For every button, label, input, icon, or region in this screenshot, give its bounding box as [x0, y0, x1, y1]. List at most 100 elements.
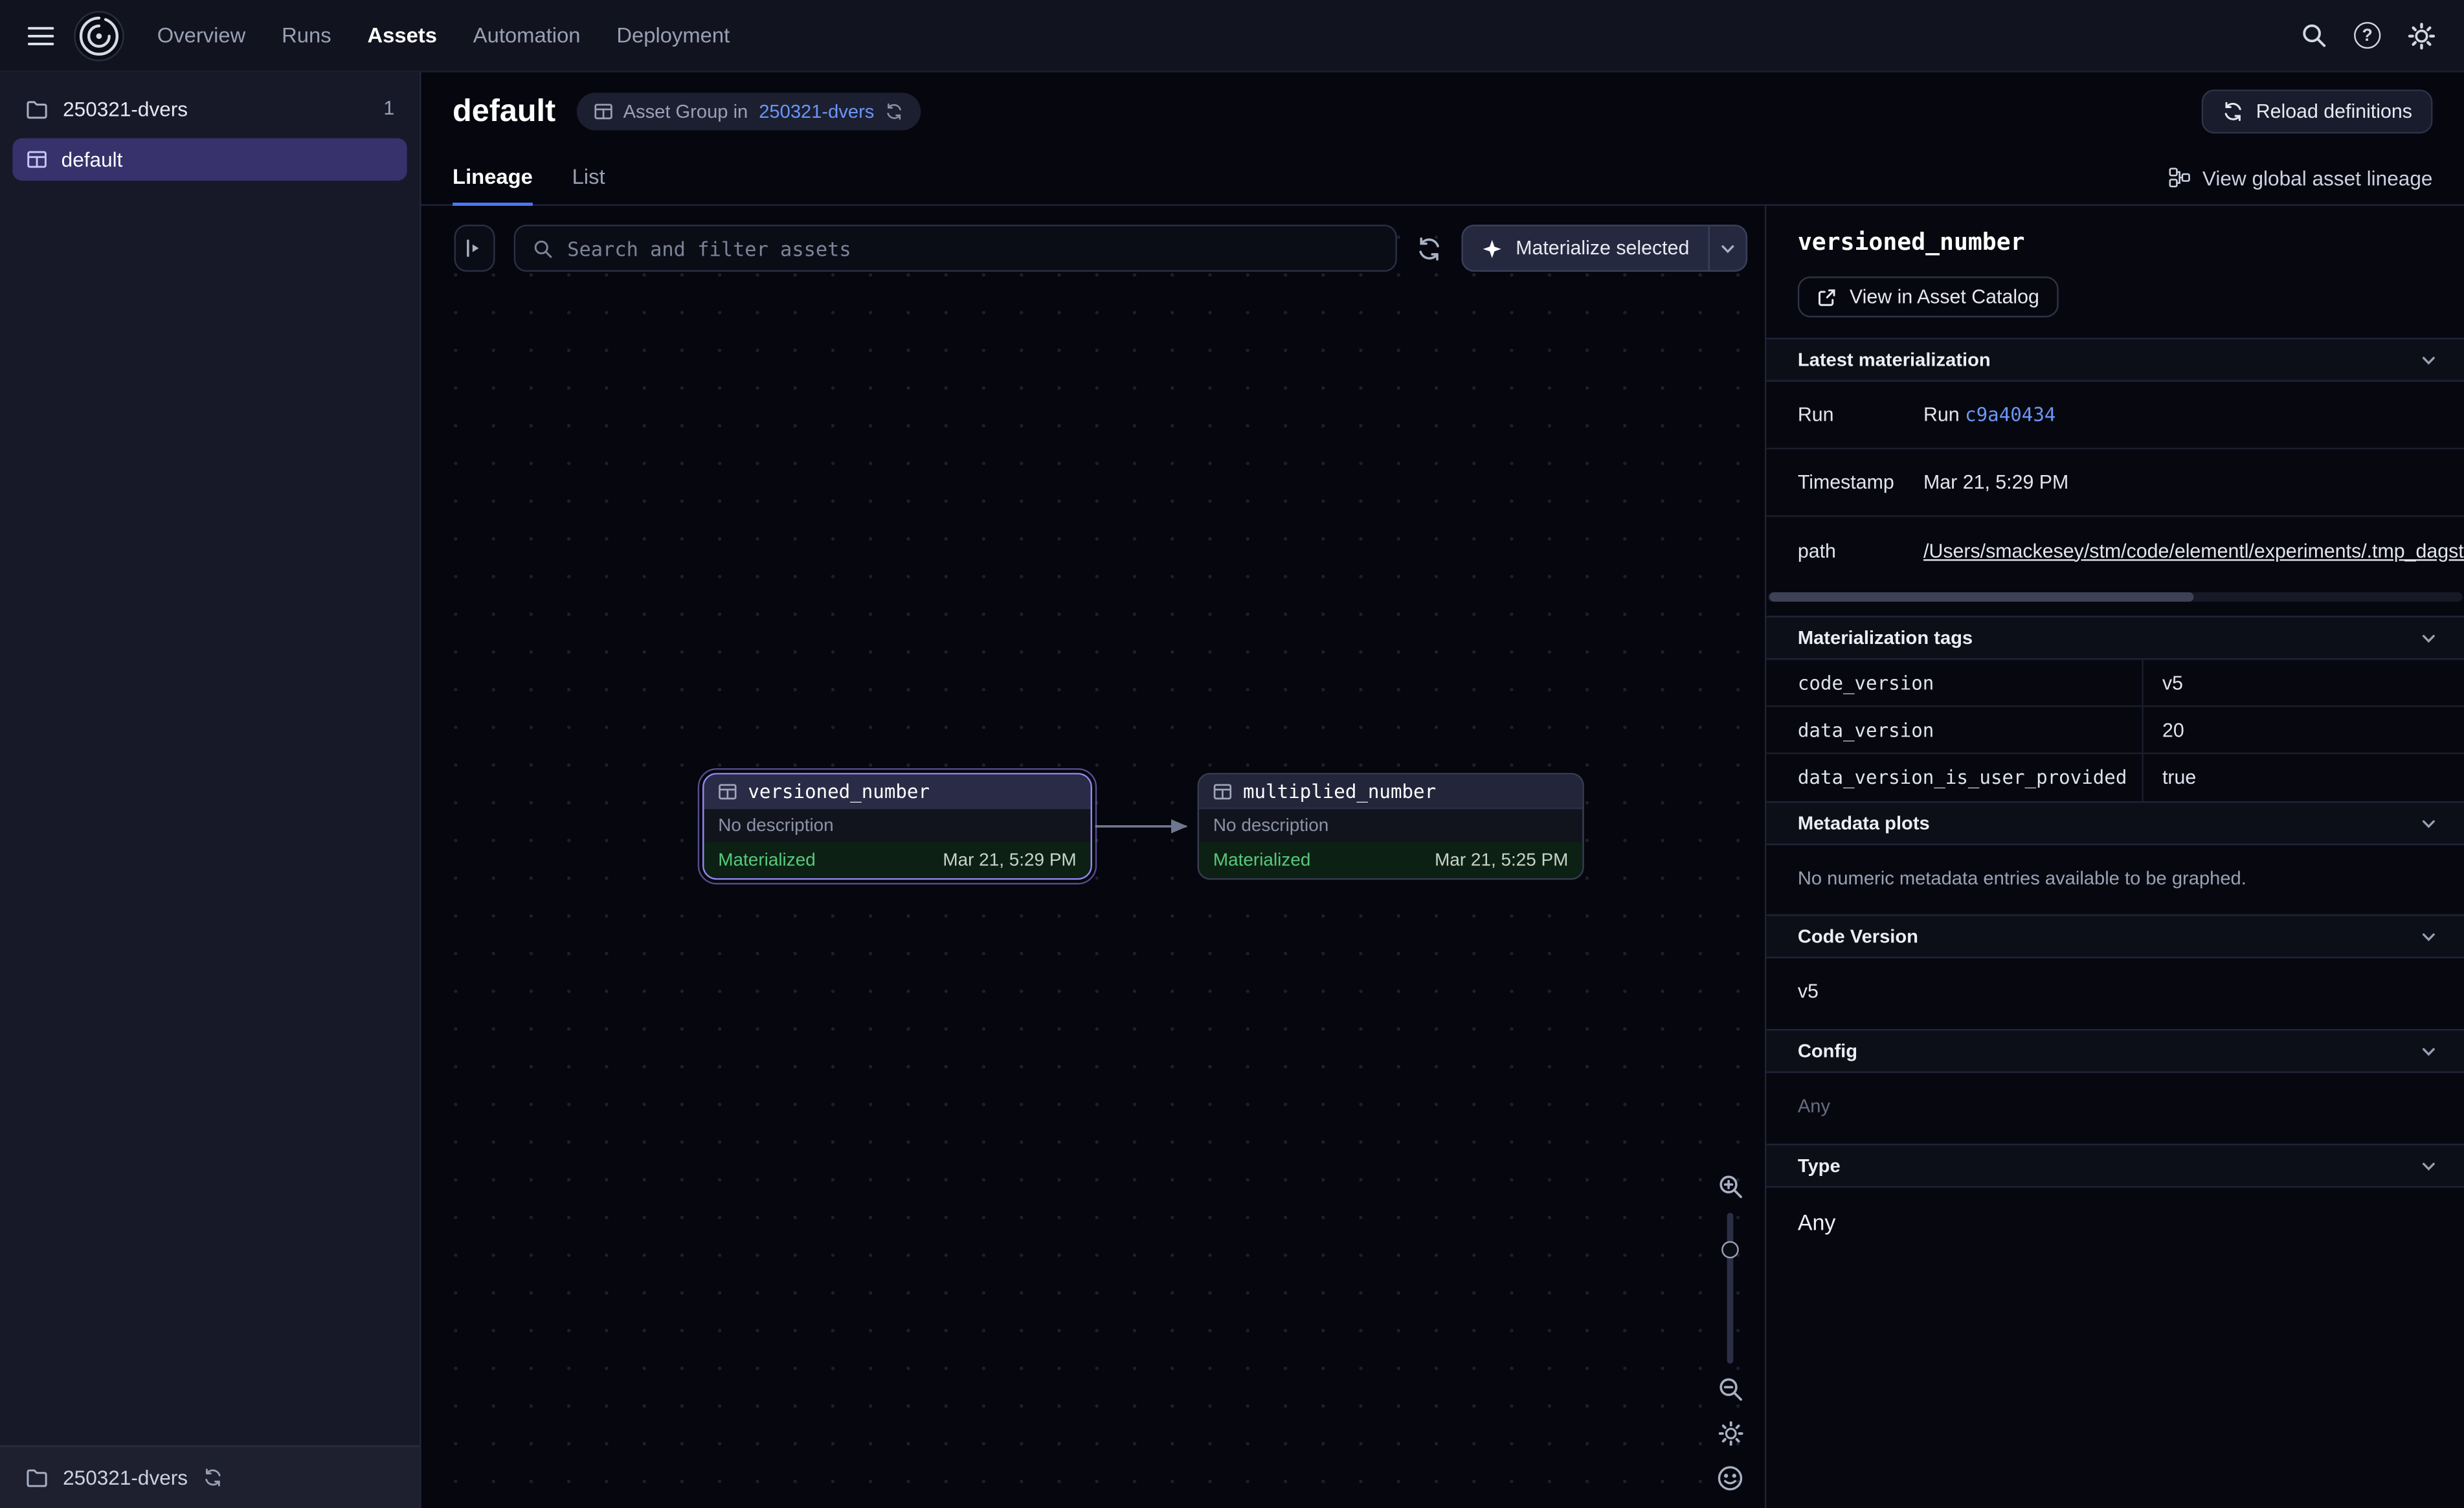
reload-icon [2221, 100, 2243, 122]
asset-node-description: No description [704, 809, 1090, 842]
horizontal-scrollbar[interactable] [1768, 592, 2463, 602]
sidebar-group-name: 250321-dvers [63, 96, 188, 120]
lineage-canvas[interactable]: Materialize selected [421, 206, 1765, 1508]
dagster-logo[interactable] [73, 8, 126, 62]
section-title: Config [1798, 1040, 1857, 1062]
code-location-name: 250321-dvers [63, 1466, 188, 1489]
materialize-dropdown-button[interactable] [1708, 227, 1745, 271]
lineage-edge [1092, 815, 1202, 837]
asset-details-panel: versioned_number View in Asset Catalog L… [1765, 206, 2464, 1508]
metadata-plots-empty-text: No numeric metadata entries available to… [1766, 845, 2464, 915]
feedback-smiley-icon[interactable] [1716, 1464, 1745, 1492]
nav-item-deployment[interactable]: Deployment [616, 23, 730, 47]
reload-definitions-label: Reload definitions [2256, 100, 2412, 122]
code-version-value: v5 [1766, 959, 2464, 1029]
materialization-run-row: Run Run c9a40434 [1766, 382, 2464, 449]
view-in-asset-catalog-button[interactable]: View in Asset Catalog [1798, 276, 2058, 317]
view-global-asset-lineage-link[interactable]: View global asset lineage [2167, 151, 2432, 205]
type-value: Any [1766, 1188, 2464, 1261]
sync-icon[interactable] [202, 1467, 223, 1488]
view-global-asset-lineage-label: View global asset lineage [2202, 166, 2433, 189]
nav-item-runs[interactable]: Runs [282, 23, 331, 47]
zoom-controls [1716, 1173, 1745, 1492]
tab-lineage[interactable]: Lineage [453, 151, 533, 206]
asset-node-versioned_number[interactable]: versioned_number No description Material… [702, 773, 1092, 880]
tag-value: true [2144, 754, 2464, 801]
help-icon[interactable]: ? [2354, 22, 2380, 49]
sidebar-group-row[interactable]: 250321-dvers 1 [0, 85, 420, 132]
section-materialization-tags[interactable]: Materialization tags [1766, 616, 2464, 660]
zoom-out-icon[interactable] [1717, 1376, 1743, 1403]
sidebar-item-default[interactable]: default [12, 139, 407, 181]
reload-definitions-button[interactable]: Reload definitions [2201, 89, 2433, 133]
asset-node-multiplied_number[interactable]: multiplied_number No description Materia… [1198, 773, 1584, 880]
asset-node-name: versioned_number [748, 780, 930, 802]
asset-table-icon [718, 782, 737, 801]
tab-list[interactable]: List [572, 151, 605, 206]
search-icon[interactable] [2301, 22, 2327, 49]
asset-group-icon [27, 150, 47, 170]
asset-node-description: No description [1199, 809, 1582, 842]
section-type[interactable]: Type [1766, 1144, 2464, 1188]
tag-value: 20 [2144, 707, 2464, 752]
section-title: Type [1798, 1155, 1841, 1177]
sidebar-group-count: 1 [383, 97, 394, 119]
zoom-slider[interactable] [1720, 1213, 1741, 1364]
lineage-toolbar: Materialize selected [454, 225, 1747, 272]
search-input[interactable] [567, 236, 1377, 260]
badge-group-link[interactable]: 250321-dvers [759, 100, 874, 122]
chevron-down-icon [2420, 1157, 2437, 1175]
chevron-down-icon [2420, 927, 2437, 945]
sidebar-item-label: default [62, 148, 123, 171]
asset-node-footer: Materialized Mar 21, 5:29 PM [704, 842, 1090, 878]
kv-label: Timestamp [1798, 471, 1923, 493]
graph-settings-gear-icon[interactable] [1717, 1420, 1743, 1447]
zoom-in-icon[interactable] [1717, 1173, 1743, 1200]
menu-icon[interactable] [22, 16, 60, 54]
gear-icon[interactable] [2408, 21, 2436, 50]
run-id-link[interactable]: c9a40434 [1965, 404, 2055, 426]
page-header: default Asset Group in 250321-dvers Re [421, 72, 2464, 151]
materialized-status: Materialized [718, 850, 815, 869]
asset-search-box [514, 225, 1396, 272]
section-title: Latest materialization [1798, 349, 1991, 371]
asset-node-header: multiplied_number [1199, 775, 1582, 809]
path-link[interactable]: /Users/smackesey/stm/code/elementl/exper… [1923, 540, 2464, 562]
zoom-slider-thumb[interactable] [1721, 1241, 1739, 1259]
asset-groups-sidebar: 250321-dvers 1 default 250321-dvers [0, 72, 421, 1508]
tag-row: code_version v5 [1766, 660, 2464, 707]
asset-table-icon [1213, 782, 1232, 801]
asset-name-title: versioned_number [1798, 228, 2433, 256]
dagster-app: Overview Runs Assets Automation Deployme… [0, 0, 2464, 1508]
materialized-timestamp: Mar 21, 5:29 PM [943, 850, 1076, 869]
section-config[interactable]: Config [1766, 1029, 2464, 1073]
materialize-selected-label: Materialize selected [1516, 238, 1689, 260]
section-title: Materialization tags [1798, 626, 1973, 649]
refresh-graph-icon[interactable] [1415, 235, 1442, 261]
section-code-version[interactable]: Code Version [1766, 915, 2464, 959]
materialization-path-row: path /Users/smackesey/stm/code/elementl/… [1766, 517, 2464, 584]
view-in-asset-catalog-label: View in Asset Catalog [1850, 286, 2039, 308]
section-metadata-plots[interactable]: Metadata plots [1766, 801, 2464, 845]
sidebar-footer-code-location[interactable]: 250321-dvers [0, 1445, 420, 1508]
materialization-timestamp-row: Timestamp Mar 21, 5:29 PM [1766, 449, 2464, 516]
nav-item-assets[interactable]: Assets [367, 23, 436, 47]
section-latest-materialization[interactable]: Latest materialization [1766, 338, 2464, 382]
nav-item-automation[interactable]: Automation [473, 23, 581, 47]
folder-icon [25, 96, 49, 120]
materialize-selected-button[interactable]: Materialize selected [1462, 227, 1708, 271]
tag-row: data_version 20 [1766, 707, 2464, 754]
horizontal-scrollbar-thumb[interactable] [1769, 592, 2193, 602]
sync-icon[interactable] [885, 102, 904, 121]
chevron-down-icon [2420, 815, 2437, 832]
lineage-icon [2167, 166, 2190, 188]
tabs-row: Lineage List View global asset lineage [421, 151, 2464, 206]
chevron-down-icon [2420, 351, 2437, 369]
search-icon [533, 238, 554, 259]
nav-item-overview[interactable]: Overview [157, 23, 246, 47]
nav-actions: ? [2301, 21, 2436, 50]
panel-toggle-icon[interactable] [454, 225, 495, 272]
kv-label: Run [1798, 404, 1923, 426]
materialized-status: Materialized [1213, 850, 1310, 869]
run-prefix: Run [1923, 404, 1965, 426]
